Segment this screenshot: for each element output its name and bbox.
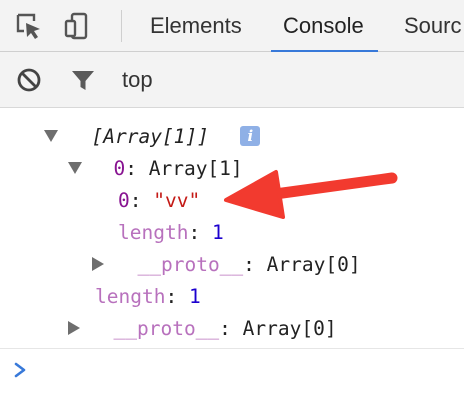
string-value: "vv"	[153, 189, 201, 212]
filter-icon[interactable]	[66, 63, 100, 97]
property-key: __proto__	[137, 253, 244, 276]
inspect-element-icon[interactable]	[12, 9, 46, 43]
number-value: 1	[211, 221, 224, 244]
tree-row-nested-0: 0: "vv"	[118, 186, 200, 216]
property-key: 0	[118, 189, 130, 212]
console-output: [Array[1]] i 0: Array[1] 0: "vv" length:…	[0, 108, 464, 348]
expanded-triangle-icon[interactable]	[44, 129, 58, 142]
tree-row-nested-proto[interactable]: __proto__: Array[0]	[92, 250, 361, 280]
execution-context-selector[interactable]: top	[122, 52, 153, 108]
key-separator: :	[165, 285, 189, 308]
tab-sources[interactable]: Sourc	[404, 0, 461, 52]
property-value: Array[1]	[148, 157, 243, 180]
console-toolbar: top	[0, 52, 464, 108]
key-separator: :	[129, 189, 154, 212]
devtools-tab-bar: Elements Console Sourc	[0, 0, 464, 53]
console-prompt[interactable]	[0, 348, 464, 393]
property-value: Array[0]	[242, 317, 337, 340]
toolbar-divider	[121, 10, 122, 42]
key-separator: :	[125, 157, 149, 180]
tree-row-length: length: 1	[95, 282, 201, 312]
collapsed-triangle-icon[interactable]	[92, 256, 104, 271]
key-separator: :	[243, 253, 267, 276]
tree-row-index-0[interactable]: 0: Array[1]	[68, 154, 243, 184]
number-value: 1	[188, 285, 201, 308]
array-summary: [Array[1]]	[91, 125, 209, 148]
prompt-caret-icon	[14, 362, 26, 378]
tree-row-proto[interactable]: __proto__: Array[0]	[68, 314, 337, 344]
clear-console-icon[interactable]	[12, 63, 46, 97]
tree-row-nested-length: length: 1	[118, 218, 224, 248]
info-icon[interactable]: i	[240, 125, 261, 146]
expanded-triangle-icon[interactable]	[68, 161, 82, 174]
property-key: length	[95, 285, 166, 308]
property-value: Array[0]	[266, 253, 361, 276]
tab-elements[interactable]: Elements	[150, 0, 242, 52]
property-key: 0	[113, 157, 126, 180]
tab-console[interactable]: Console	[271, 0, 378, 53]
log-entry-array[interactable]: [Array[1]] i	[44, 122, 261, 152]
collapsed-triangle-icon[interactable]	[68, 320, 80, 335]
property-key: length	[118, 221, 189, 244]
device-toolbar-icon[interactable]	[60, 9, 94, 43]
property-key: __proto__	[113, 317, 220, 340]
key-separator: :	[219, 317, 243, 340]
key-separator: :	[188, 221, 212, 244]
